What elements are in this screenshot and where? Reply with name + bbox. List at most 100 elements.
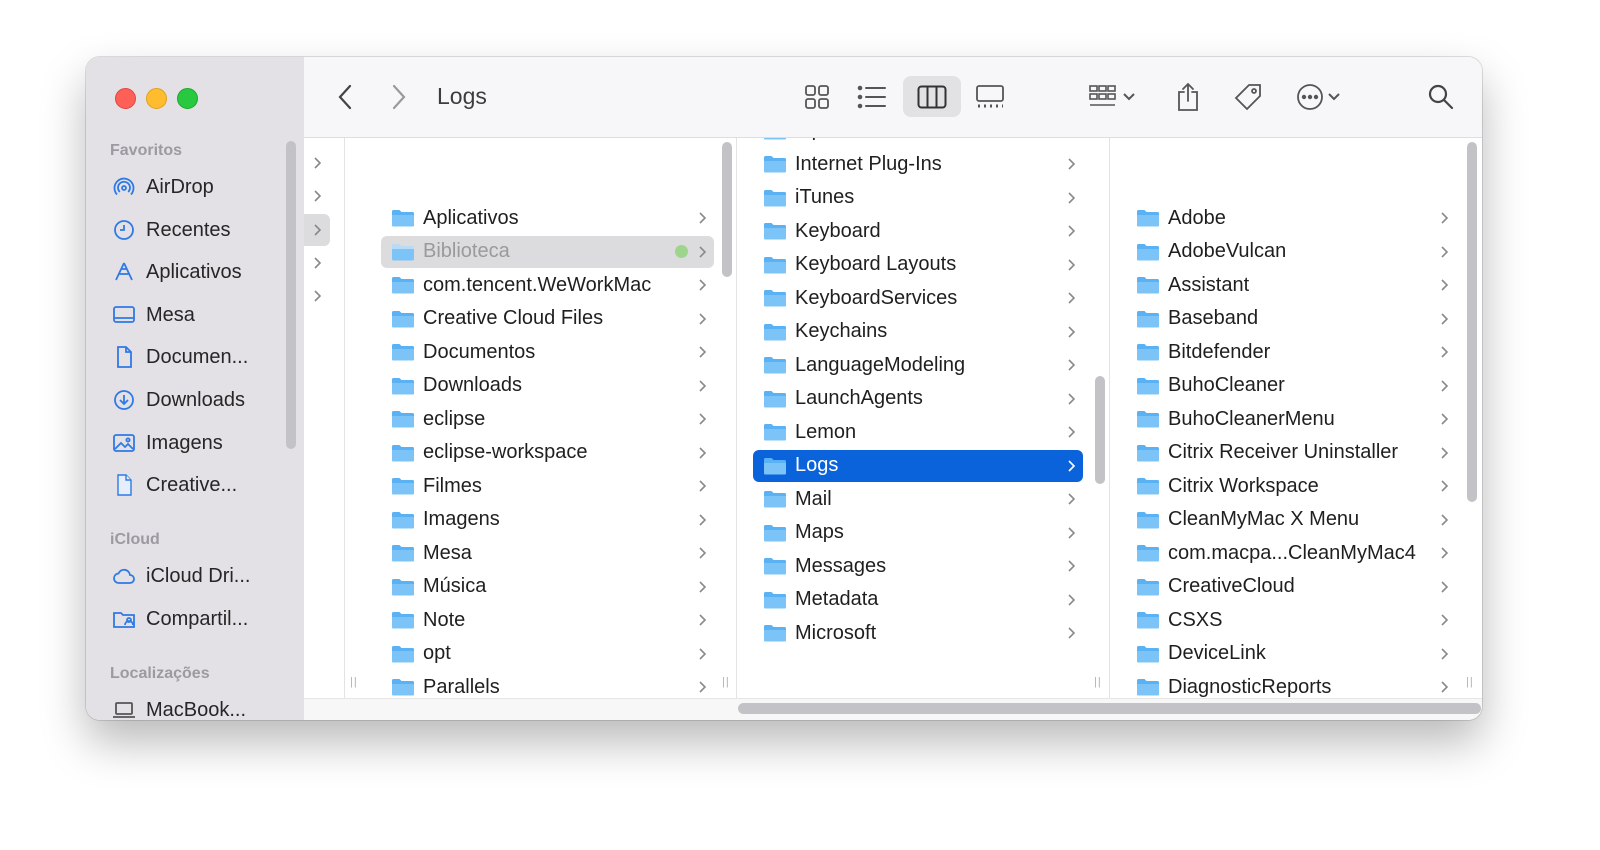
zoom-window-button[interactable] (177, 88, 198, 109)
back-button[interactable] (336, 81, 354, 113)
folder-row[interactable]: Keyboard Layouts (753, 249, 1083, 281)
folder-row[interactable]: Adobe (1126, 202, 1456, 234)
folder-icon (392, 210, 414, 227)
sidebar-item-recentes[interactable]: Recentes (112, 214, 231, 246)
clock-icon (114, 220, 134, 240)
folder-row[interactable]: com.tencent.WeWorkMac (381, 269, 714, 301)
folder-row[interactable]: LanguageModeling (753, 349, 1083, 381)
folder-icon (764, 558, 786, 575)
forward-button[interactable] (390, 81, 408, 113)
sidebar-item-icloud-drive[interactable]: iCloud Dri... (112, 560, 250, 592)
grid-icon (805, 85, 829, 109)
column-resize-handle[interactable]: || (350, 676, 358, 688)
list-view-button[interactable] (857, 81, 887, 113)
folder-row[interactable]: Microsoft (753, 617, 1083, 649)
sidebar-item-imagens[interactable]: Imagens (112, 427, 223, 459)
folder-row[interactable]: Baseband (1126, 303, 1456, 335)
folder-row[interactable]: Documentos (381, 336, 714, 368)
folder-row[interactable]: com.macpa...CleanMyMac4 (1126, 537, 1456, 569)
chevron-right-icon (699, 647, 707, 660)
folder-row[interactable]: Keyboard (753, 215, 1083, 247)
folder-row[interactable]: Citrix Workspace (1126, 470, 1456, 502)
library-column-scrollbar[interactable] (1095, 376, 1105, 484)
folder-row[interactable]: eclipse-workspace (381, 437, 714, 469)
folder-row[interactable]: Imagens (381, 504, 714, 536)
folder-row[interactable]: iTunes (753, 182, 1083, 214)
folder-row[interactable]: Input Methods (753, 138, 1083, 147)
chevron-right-icon (1441, 413, 1449, 425)
folder-row[interactable]: eclipse (381, 403, 714, 435)
column-resize-handle[interactable]: || (722, 676, 730, 688)
tag-button[interactable] (1233, 81, 1263, 113)
column-home: Aplicativos Biblioteca com.tencent.WeWorkM… (365, 138, 720, 720)
folder-row[interactable]: Bitdefender (1126, 336, 1456, 368)
folder-row[interactable]: BuhoCleanerMenu (1126, 403, 1456, 435)
sidebar-item-label: Mesa (146, 303, 195, 326)
sidebar: Favoritos AirDrop Recentes Aplicativos M… (86, 57, 304, 720)
item-name: Baseband (1168, 307, 1259, 329)
item-name: Microsoft (795, 621, 877, 644)
folder-row[interactable]: Mesa (381, 537, 714, 569)
action-menu-button[interactable] (1296, 81, 1346, 113)
folder-row[interactable]: CSXS (1126, 604, 1456, 636)
folder-row[interactable]: opt (381, 638, 714, 670)
folder-row[interactable]: Internet Plug-Ins (753, 148, 1083, 180)
sidebar-item-mesa[interactable]: Mesa (112, 299, 195, 331)
group-by-button[interactable] (1088, 81, 1136, 113)
sidebar-item-downloads[interactable]: Downloads (112, 384, 245, 416)
folder-row[interactable]: Maps (753, 517, 1083, 549)
item-name: LaunchAgents (795, 387, 923, 409)
folder-row[interactable]: Keychains (753, 316, 1083, 348)
folder-row[interactable]: DeviceLink (1126, 638, 1456, 670)
folder-row[interactable]: Citrix Receiver Uninstaller (1126, 437, 1456, 469)
list-icon (857, 85, 886, 109)
close-window-button[interactable] (115, 88, 136, 109)
folder-row[interactable]: KeyboardServices (753, 282, 1083, 314)
home-column-scrollbar[interactable] (722, 142, 732, 277)
folder-row[interactable]: AdobeVulcan (1126, 236, 1456, 268)
folder-row[interactable]: Mail (753, 483, 1083, 515)
minimize-window-button[interactable] (146, 88, 167, 109)
folder-row[interactable]: Aplicativos (381, 202, 714, 234)
icon-view-button[interactable] (804, 81, 830, 113)
sidebar-item-documentos[interactable]: Documen... (112, 341, 248, 373)
folder-row[interactable]: Biblioteca (381, 235, 714, 268)
item-name: eclipse (423, 407, 486, 430)
chevron-right-icon (1441, 279, 1449, 291)
share-button[interactable] (1176, 81, 1200, 113)
logs-column-scrollbar[interactable] (1467, 142, 1477, 502)
sidebar-item-creative[interactable]: Creative... (112, 469, 237, 501)
chevron-right-icon (1441, 446, 1449, 459)
sidebar-item-airdrop[interactable]: AirDrop (112, 171, 214, 203)
column-resize-handle[interactable]: || (1094, 676, 1102, 688)
folder-row[interactable]: CreativeCloud (1126, 571, 1456, 603)
sidebar-item-compartilhado[interactable]: Compartil... (112, 603, 248, 635)
folder-row[interactable]: Filmes (381, 470, 714, 502)
search-button[interactable] (1427, 81, 1455, 113)
chevron-right-icon (1068, 593, 1076, 606)
sidebar-item-macbook[interactable]: MacBook... (112, 694, 246, 720)
folder-row[interactable]: LaunchAgents (753, 383, 1083, 415)
column-divider[interactable] (344, 138, 345, 698)
item-name: Input Methods (795, 138, 1065, 142)
folder-row[interactable]: Downloads (381, 370, 714, 402)
download-icon (114, 390, 134, 410)
folder-row[interactable]: Música (381, 571, 714, 603)
sidebar-scrollbar[interactable] (286, 141, 296, 449)
folder-row[interactable]: Creative Cloud Files (381, 303, 714, 335)
folder-row[interactable]: Lemon (753, 416, 1083, 448)
folder-row[interactable]: Metadata (753, 584, 1083, 616)
chevron-right-icon (1441, 547, 1449, 559)
folder-row[interactable]: CleanMyMac X Menu (1126, 504, 1456, 536)
photo-icon (113, 434, 135, 452)
horizontal-scrollbar[interactable] (738, 703, 1481, 714)
gallery-view-button[interactable] (975, 81, 1005, 113)
folder-row[interactable]: Messages (753, 550, 1083, 582)
folder-row[interactable]: BuhoCleaner (1126, 370, 1456, 402)
folder-row[interactable]: Assistant (1126, 269, 1456, 301)
sidebar-item-aplicativos[interactable]: Aplicativos (112, 256, 242, 288)
folder-row[interactable]: Note (381, 604, 714, 636)
folder-row[interactable]: Logs (753, 449, 1083, 482)
chevron-right-icon (699, 547, 707, 559)
column-resize-handle[interactable]: || (1466, 676, 1474, 688)
